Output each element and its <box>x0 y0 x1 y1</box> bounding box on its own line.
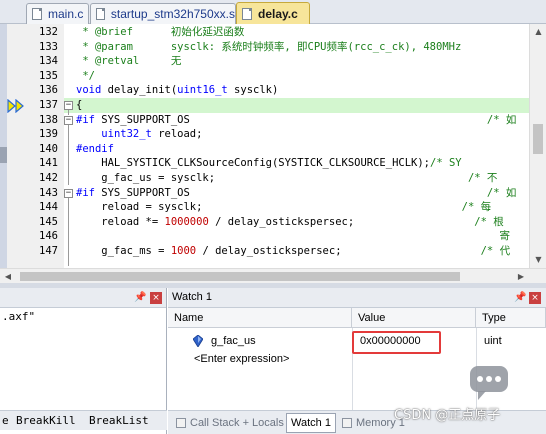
scroll-right-icon[interactable]: ▶ <box>513 269 529 284</box>
c-file-icon <box>242 7 252 20</box>
breakkill-button[interactable]: BreakKill <box>16 414 76 427</box>
line-number: 141 <box>39 157 58 170</box>
line-number: 140 <box>39 142 58 155</box>
enter-expression-field[interactable]: <Enter expression> <box>188 350 289 368</box>
line-number: 142 <box>39 172 58 184</box>
breaklist-button[interactable]: BreakList <box>89 414 149 427</box>
tab-startup-s[interactable]: startup_stm32h750xx.s <box>90 3 236 24</box>
code-line[interactable]: #if SYS_SUPPORT_OS /* 如 <box>64 186 529 201</box>
code-line[interactable]: * @brief 初始化延迟函数 <box>64 25 529 40</box>
line-number: 136 <box>39 84 58 97</box>
watch-name[interactable]: g_fac_us <box>205 332 256 350</box>
chat-bubble-icon <box>470 366 508 400</box>
line-number: 137 <box>39 99 58 111</box>
code-line[interactable]: HAL_SYSTICK_CLKSourceConfig(SYSTICK_CLKS… <box>64 156 529 171</box>
code-line[interactable]: reload *= 1000000 / delay_ostickspersec;… <box>64 215 529 230</box>
watch-title: Watch 1 <box>172 291 212 303</box>
pin-icon[interactable]: 📌 <box>514 292 526 304</box>
code-line[interactable]: g_fac_ms = 1000 / delay_ostickspersec; /… <box>64 244 529 259</box>
line-number: 139 <box>39 128 58 141</box>
code-line[interactable]: g_fac_us = sysclk; /* 不 <box>64 171 529 186</box>
line-number: 144 <box>39 201 58 214</box>
line-number: 145 <box>39 215 58 228</box>
pane-header: 📌 × <box>0 288 166 308</box>
code-line[interactable]: { <box>64 98 529 113</box>
line-number: 135 <box>39 69 58 82</box>
line-number: 146 <box>39 230 58 243</box>
code-line[interactable]: #if SYS_SUPPORT_OS /* 如 <box>64 113 529 128</box>
margin-marker <box>0 147 7 163</box>
scroll-down-icon[interactable]: ▼ <box>530 252 546 268</box>
code-line[interactable]: */ <box>64 69 529 84</box>
command-output-text: .axf" <box>2 310 36 323</box>
scroll-thumb[interactable] <box>20 272 460 281</box>
column-header-name[interactable]: Name <box>168 308 352 328</box>
code-line[interactable]: #endif <box>64 142 529 157</box>
code-line[interactable]: void delay_init(uint16_t sysclk) <box>64 83 529 98</box>
editor-horizontal-scrollbar[interactable]: ◀ ▶ <box>0 268 546 283</box>
pin-icon[interactable]: 📌 <box>134 292 146 304</box>
column-header-type[interactable]: Type <box>476 308 546 328</box>
editor-tab-strip: main.c startup_stm32h750xx.s delay.c <box>0 0 546 24</box>
tab-label: startup_stm32h750xx.s <box>110 7 235 21</box>
code-line[interactable]: * @param sysclk: 系统时钟频率, 即CPU频率(rcc_c_ck… <box>64 40 529 55</box>
close-icon[interactable]: × <box>529 292 541 304</box>
scroll-thumb[interactable] <box>533 124 543 154</box>
watermark: CSDN @正点原子 <box>394 408 501 423</box>
memory-icon <box>342 418 352 428</box>
column-header-value[interactable]: Value <box>352 308 476 328</box>
code-line[interactable]: * @retval 无 <box>64 54 529 69</box>
tab-label: main.c <box>48 7 84 21</box>
value-highlight-box <box>352 331 441 354</box>
line-number: 138 <box>39 113 58 126</box>
code-area[interactable]: * @brief 初始化延迟函数 * @param sysclk: 系统时钟频率… <box>64 24 529 268</box>
fold-toggle-icon[interactable]: − <box>64 101 73 110</box>
code-editor[interactable]: 132 133 134 135 136 137 138 139 140 141 142 143 144 1… <box>0 24 546 283</box>
command-pane: 📌 × .axf" e BreakKill BreakList <box>0 288 167 434</box>
variable-icon <box>193 335 203 347</box>
editor-margin <box>0 24 7 268</box>
asm-file-icon <box>96 8 105 20</box>
line-number: 147 <box>39 245 58 257</box>
watch-header: Watch 1 📌 × <box>168 288 546 308</box>
tab-delay-c[interactable]: delay.c <box>236 2 310 24</box>
tab-label: Watch 1 <box>291 417 331 429</box>
scroll-up-icon[interactable]: ▲ <box>530 24 546 40</box>
tab-main-c[interactable]: main.c <box>26 3 89 24</box>
fold-guide <box>68 110 69 115</box>
call-stack-icon <box>176 418 186 428</box>
code-line[interactable]: reload = sysclk; /* 每 <box>64 200 529 215</box>
line-number: 134 <box>39 55 58 68</box>
tab-label: Call Stack + Locals <box>190 417 284 429</box>
watch-type: uint <box>484 335 502 347</box>
line-number: 132 <box>39 26 58 38</box>
command-shortcuts-bar: e BreakKill BreakList <box>0 410 167 430</box>
close-icon[interactable]: × <box>150 292 162 304</box>
tab-label: delay.c <box>258 6 298 21</box>
fold-guide <box>68 125 69 185</box>
shortcut-partial[interactable]: e <box>2 414 9 427</box>
tab-watch-1[interactable]: Watch 1 <box>286 413 336 433</box>
line-number: 143 <box>39 186 58 199</box>
c-file-icon <box>32 8 42 20</box>
fold-toggle-icon[interactable]: − <box>64 189 73 198</box>
code-line[interactable]: 寄 <box>64 229 529 244</box>
editor-vertical-scrollbar[interactable]: ▲ ▼ <box>529 24 546 268</box>
fold-guide <box>68 198 69 266</box>
tab-call-stack-locals[interactable]: Call Stack + Locals <box>172 413 288 433</box>
line-number: 133 <box>39 40 58 53</box>
fold-toggle-icon[interactable]: − <box>64 116 73 125</box>
scroll-left-icon[interactable]: ◀ <box>0 269 16 284</box>
code-line[interactable]: uint32_t reload; <box>64 127 529 142</box>
